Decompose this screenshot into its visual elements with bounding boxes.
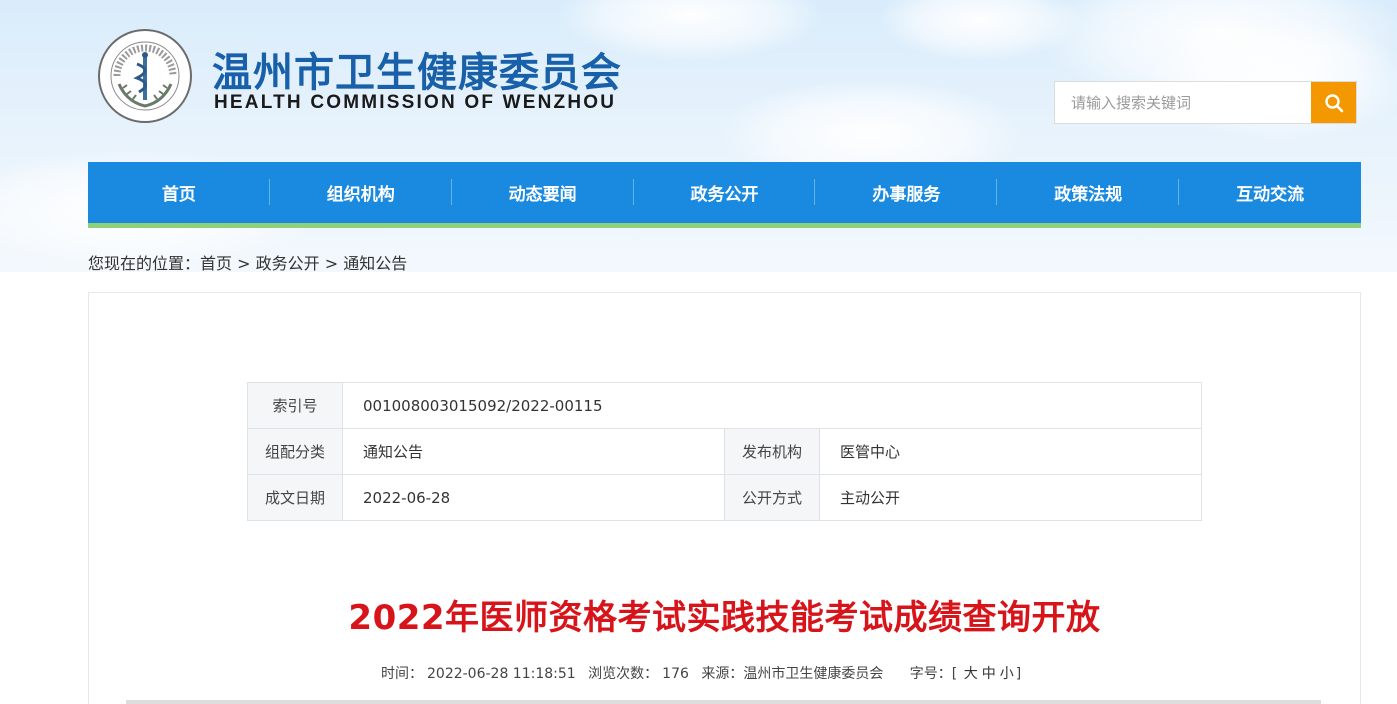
font-size-large-button[interactable]: 大 bbox=[964, 666, 978, 682]
views-info: 浏览次数： 176 bbox=[588, 666, 689, 682]
table-row: 成文日期 2022-06-28 公开方式 主动公开 bbox=[247, 474, 1202, 521]
font-size-medium-button[interactable]: 中 bbox=[982, 666, 996, 682]
font-size-small-button[interactable]: 小 bbox=[1000, 666, 1014, 682]
site-title-en: HEALTH COMMISSION OF WENZHOU bbox=[214, 92, 617, 113]
date-label: 成文日期 bbox=[247, 474, 343, 521]
nav-item-policies[interactable]: 政策法规 bbox=[997, 162, 1180, 223]
metadata-table: 索引号 001008003015092/2022-00115 组配分类 通知公告… bbox=[247, 382, 1202, 521]
date-value: 2022-06-28 bbox=[342, 474, 725, 521]
breadcrumb-gov-affairs[interactable]: 政务公开 bbox=[256, 254, 320, 273]
article-info: 时间： 2022-06-28 11:18:51 浏览次数： 176 来源：温州市卫生… bbox=[381, 663, 1029, 683]
category-label: 组配分类 bbox=[247, 428, 343, 475]
breadcrumb-prefix: 您现在的位置： bbox=[88, 254, 201, 273]
nav-item-services[interactable]: 办事服务 bbox=[815, 162, 998, 223]
search-icon bbox=[1324, 93, 1343, 112]
article-title: 2022年医师资格考试实践技能考试成绩查询开放 bbox=[348, 598, 1101, 638]
index-label: 索引号 bbox=[247, 382, 343, 429]
index-value: 001008003015092/2022-00115 bbox=[342, 382, 1202, 429]
breadcrumb-home[interactable]: 首页 bbox=[200, 254, 232, 273]
publisher-label: 发布机构 bbox=[724, 428, 820, 475]
nav-item-interaction[interactable]: 互动交流 bbox=[1179, 162, 1361, 223]
nav-item-gov-affairs[interactable]: 政务公开 bbox=[634, 162, 816, 223]
nav-item-organization[interactable]: 组织机构 bbox=[270, 162, 452, 223]
nav-item-news[interactable]: 动态要闻 bbox=[452, 162, 634, 223]
table-row: 索引号 001008003015092/2022-00115 bbox=[247, 382, 1202, 429]
publisher-value: 医管中心 bbox=[819, 428, 1202, 475]
main-nav: 首页 组织机构 动态要闻 政务公开 办事服务 政策法规 互动交流 bbox=[88, 162, 1361, 228]
time-info: 时间： 2022-06-28 11:18:51 bbox=[381, 666, 576, 682]
wenzhou-health-seal-icon bbox=[98, 29, 192, 123]
breadcrumb-notices[interactable]: 通知公告 bbox=[343, 254, 407, 273]
table-row: 组配分类 通知公告 发布机构 医管中心 bbox=[247, 428, 1202, 475]
font-size-control: 字号：[ 大中小] bbox=[909, 666, 1022, 682]
source-info: 来源：温州市卫生健康委员会 bbox=[701, 666, 884, 682]
header-banner: 温州市卫生健康委员会 HEALTH COMMISSION OF WENZHOU bbox=[0, 0, 1397, 272]
search-box bbox=[1054, 81, 1357, 124]
breadcrumb: 您现在的位置：首页 > 政务公开 > 通知公告 bbox=[88, 250, 407, 274]
disclosure-value: 主动公开 bbox=[819, 474, 1202, 521]
breadcrumb-separator: > bbox=[324, 254, 339, 273]
nav-item-home[interactable]: 首页 bbox=[88, 162, 270, 223]
search-button[interactable] bbox=[1311, 82, 1356, 123]
content-divider bbox=[126, 700, 1321, 704]
search-input[interactable] bbox=[1055, 82, 1311, 123]
site-title-cn: 温州市卫生健康委员会 bbox=[212, 49, 622, 96]
category-value: 通知公告 bbox=[342, 428, 725, 475]
disclosure-label: 公开方式 bbox=[724, 474, 820, 521]
breadcrumb-separator: > bbox=[237, 254, 251, 273]
